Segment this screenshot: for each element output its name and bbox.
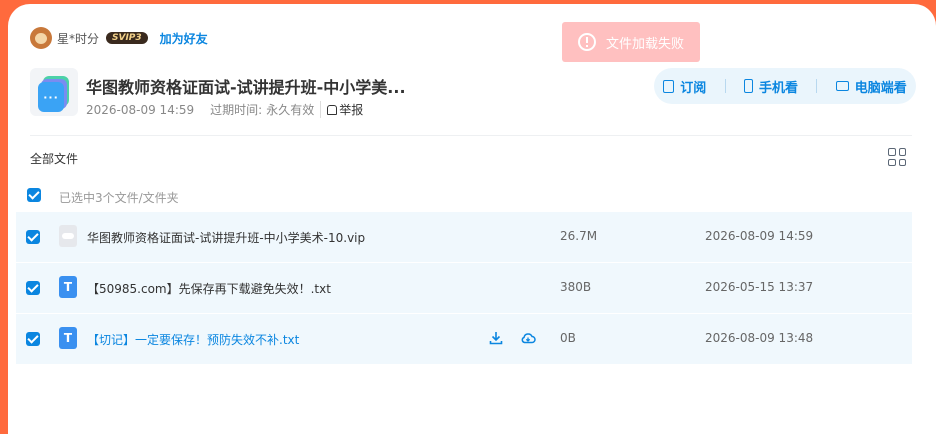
txt-file-icon: T bbox=[59, 327, 77, 349]
expire-value: 永久有效 bbox=[266, 103, 315, 117]
save-to-cloud-icon[interactable] bbox=[520, 330, 536, 346]
file-name[interactable]: 【切记】一定要保存！预防失效不补.txt bbox=[87, 331, 299, 348]
cloud-file-icon bbox=[59, 225, 77, 247]
row-checkbox[interactable] bbox=[26, 332, 40, 346]
share-title: 华图教师资格证面试-试讲提升班-中小学美... bbox=[86, 78, 406, 97]
sharer-info: 星*时分 SVIP3 加为好友 bbox=[30, 26, 208, 50]
avatar[interactable] bbox=[30, 27, 52, 49]
error-toast: 文件加载失败 bbox=[562, 22, 700, 62]
txt-file-icon: T bbox=[59, 276, 77, 298]
monitor-icon bbox=[835, 81, 849, 91]
file-date: 2026-08-09 13:48 bbox=[705, 331, 814, 345]
subscribe-label: 订阅 bbox=[680, 80, 707, 96]
report-icon bbox=[327, 104, 338, 115]
share-date: 2026-08-09 14:59 bbox=[86, 102, 195, 117]
sharer-name: 星*时分 bbox=[57, 31, 100, 46]
file-row[interactable]: T 【50985.com】先保存再下载避免失效！.txt 380B 2026-0… bbox=[16, 263, 912, 313]
mobile-label: 手机看 bbox=[758, 80, 798, 96]
bookmark-icon bbox=[663, 79, 675, 93]
download-icon[interactable] bbox=[488, 330, 504, 346]
pc-view-button[interactable]: 电脑端看 bbox=[835, 77, 907, 96]
divider bbox=[724, 79, 726, 93]
vip-badge: SVIP3 bbox=[106, 32, 148, 44]
file-name[interactable]: 【50985.com】先保存再下载避免失效！.txt bbox=[87, 280, 331, 297]
share-meta: 2026-08-09 14:59 过期时间: 永久有效 举报 bbox=[86, 101, 363, 118]
mobile-view-button[interactable]: 手机看 bbox=[743, 77, 798, 96]
subscribe-button[interactable]: 订阅 bbox=[663, 77, 706, 96]
file-size: 26.7M bbox=[560, 229, 598, 243]
row-checkbox[interactable] bbox=[26, 281, 40, 295]
file-date: 2026-08-09 14:59 bbox=[705, 229, 814, 243]
report-button[interactable]: 举报 bbox=[320, 101, 363, 118]
file-row[interactable]: 华图教师资格证面试-试讲提升班-中小学美术-10.vip 26.7M 2026-… bbox=[16, 212, 912, 262]
header-divider bbox=[30, 135, 912, 136]
select-all-checkbox[interactable] bbox=[27, 188, 41, 202]
warning-icon bbox=[577, 33, 596, 51]
pc-label: 电脑端看 bbox=[854, 80, 907, 96]
report-label: 举报 bbox=[339, 103, 364, 117]
grid-view-icon[interactable] bbox=[888, 148, 906, 166]
file-date: 2026-05-15 13:37 bbox=[705, 280, 814, 294]
breadcrumb-all-files[interactable]: 全部文件 bbox=[30, 150, 78, 167]
folder-icon: ··· bbox=[30, 68, 78, 116]
share-page-card: 星*时分 SVIP3 加为好友 文件加载失败 ··· 华图教师资格证面试-试讲提… bbox=[8, 4, 936, 434]
toast-text: 文件加载失败 bbox=[605, 36, 684, 52]
action-bar: 订阅 手机看 电脑端看 bbox=[654, 68, 916, 104]
file-name[interactable]: 华图教师资格证面试-试讲提升班-中小学美术-10.vip bbox=[87, 229, 365, 246]
add-friend-link[interactable]: 加为好友 bbox=[160, 30, 208, 47]
phone-icon bbox=[743, 79, 753, 93]
file-row-hovered[interactable]: T 【切记】一定要保存！预防失效不补.txt 0B 2026-08-09 13:… bbox=[16, 314, 912, 364]
selection-info: 已选中3个文件/文件夹 bbox=[59, 191, 179, 205]
file-size: 380B bbox=[560, 280, 592, 294]
row-checkbox[interactable] bbox=[26, 230, 40, 244]
divider bbox=[816, 79, 818, 93]
expire-label: 过期时间: bbox=[210, 103, 263, 117]
file-size: 0B bbox=[560, 331, 576, 345]
